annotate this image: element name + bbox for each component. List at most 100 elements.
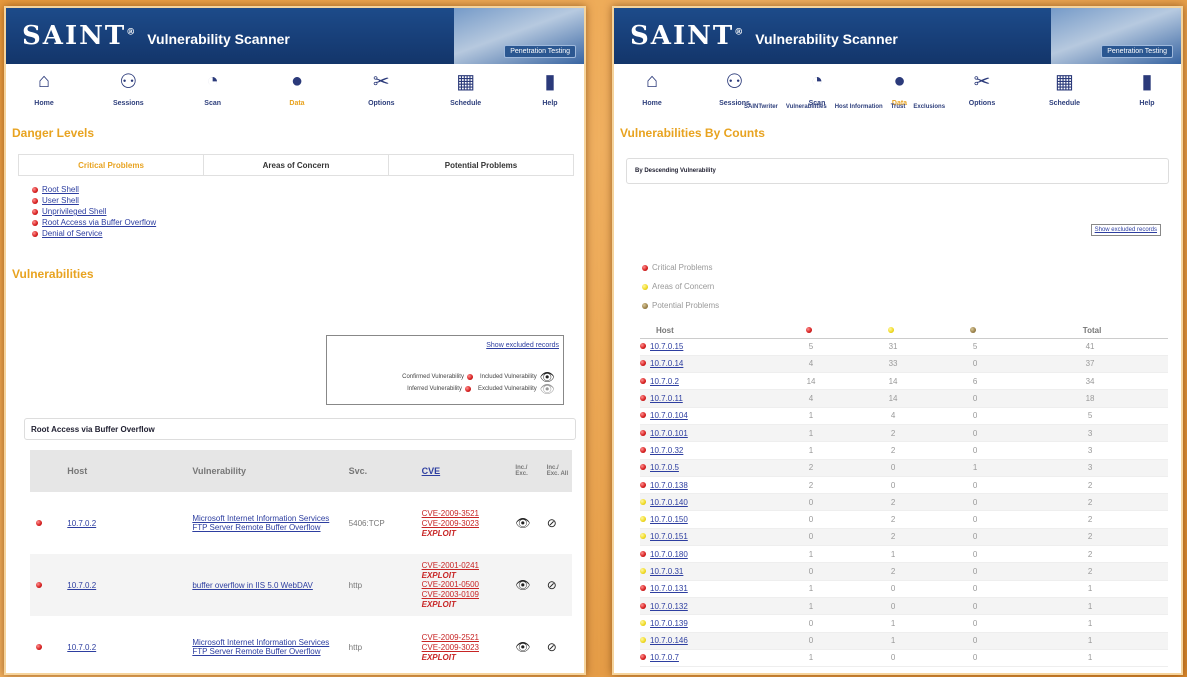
eye-icon[interactable]: 👁 <box>515 516 530 530</box>
cve-sort-link[interactable]: CVE <box>422 466 441 476</box>
nav-item-schedule[interactable]: ▦ Schedule <box>1035 68 1095 122</box>
host-link[interactable]: 10.7.0.2 <box>67 643 96 652</box>
nav-item-sessions[interactable]: ⚇ Sessions <box>98 68 158 122</box>
critical-dot-icon <box>640 550 646 557</box>
host-link[interactable]: 10.7.0.5 <box>650 463 679 472</box>
host-column-header: Host <box>640 324 770 339</box>
host-link[interactable]: 10.7.0.180 <box>650 550 688 559</box>
host-link[interactable]: 10.7.0.151 <box>650 532 688 541</box>
critical-count: 4 <box>770 389 853 408</box>
inc-exc-all-cell[interactable]: ⊘ <box>540 554 572 616</box>
inc-exc-all-cell[interactable]: ⊘ <box>541 492 572 554</box>
host-cell: 10.7.0.146 <box>640 632 770 650</box>
eye-slash-icon[interactable]: ⊘ <box>547 640 557 654</box>
subnav-item[interactable]: Vulnerabilities <box>786 104 827 116</box>
exploit-link[interactable]: EXPLOIT <box>422 600 510 609</box>
host-link[interactable]: 10.7.0.140 <box>650 498 688 507</box>
total-count: 1 <box>1016 580 1168 598</box>
nav-item-home[interactable]: ⌂ Home <box>14 68 74 122</box>
subnav-item[interactable]: SAINTwriter <box>744 104 778 116</box>
show-excluded-link[interactable]: Show excluded records <box>1090 224 1161 236</box>
eye-icon[interactable]: 👁 <box>515 578 530 592</box>
vulnerability-link[interactable]: Microsoft Internet Information Services … <box>192 514 332 532</box>
table-row: 10.7.0.7 1 0 0 1 <box>640 649 1168 668</box>
nav-item-schedule[interactable]: ▦ Schedule <box>436 68 496 122</box>
total-count: 5 <box>1016 407 1168 425</box>
cve-link[interactable]: CVE-2009-2521 <box>422 633 510 643</box>
concern-count: 1 <box>852 614 935 633</box>
subnav-item[interactable]: Host Information <box>835 104 883 116</box>
host-link[interactable]: 10.7.0.2 <box>650 377 679 386</box>
cve-link[interactable]: CVE-2009-3023 <box>422 643 510 653</box>
vulnerability-link[interactable]: buffer overflow in IIS 5.0 WebDAV <box>192 581 332 590</box>
host-link[interactable]: 10.7.0.11 <box>650 394 683 403</box>
table-row: 10.7.0.2 14 14 6 34 <box>640 372 1168 391</box>
danger-item-link[interactable]: Root Shell <box>42 184 79 195</box>
nav-label: Data <box>289 100 305 107</box>
exploit-link[interactable]: EXPLOIT <box>422 529 510 538</box>
nav-label: Help <box>542 100 558 107</box>
inc-exc-cell[interactable]: 👁 <box>509 492 540 554</box>
host-link[interactable]: 10.7.0.2 <box>67 519 96 528</box>
host-link[interactable]: 10.7.0.7 <box>650 653 679 662</box>
nav-item-home[interactable]: ⌂ Home <box>622 68 682 122</box>
cve-link[interactable]: CVE-2003-0109 <box>422 590 510 600</box>
eye-slash-icon[interactable]: ⊘ <box>547 578 557 592</box>
danger-item-link[interactable]: Unprivileged Shell <box>42 206 106 217</box>
concern-count: 33 <box>852 355 935 374</box>
pen-testing-tab[interactable]: Penetration Testing <box>504 45 576 58</box>
nav-item-data[interactable]: ● Data <box>267 68 327 122</box>
pen-testing-tab[interactable]: Penetration Testing <box>1101 45 1173 58</box>
table-row: 10.7.0.138 2 0 0 2 <box>640 476 1168 495</box>
tab-potential-problems[interactable]: Potential Problems <box>389 155 573 175</box>
inc-exc-all-cell[interactable]: ⊘ <box>541 616 572 673</box>
subnav-item[interactable]: Exclusions <box>913 104 945 116</box>
host-link[interactable]: 10.7.0.2 <box>67 581 96 590</box>
subnav-item[interactable]: Trust <box>891 104 906 116</box>
host-link[interactable]: 10.7.0.101 <box>650 429 688 438</box>
nav-item-help[interactable]: ▮ Help <box>520 68 580 122</box>
nav-item-scan[interactable]: ◔ Scan <box>183 68 243 122</box>
vuln-group-header: Root Access via Buffer Overflow <box>24 418 576 440</box>
host-link[interactable]: 10.7.0.14 <box>650 359 683 368</box>
critical-dot-icon <box>36 519 42 526</box>
inc-exc-cell[interactable]: 👁 <box>509 554 541 616</box>
host-link[interactable]: 10.7.0.15 <box>650 342 683 351</box>
cve-link[interactable]: CVE-2001-0241 <box>422 561 510 571</box>
host-link[interactable]: 10.7.0.32 <box>650 446 683 455</box>
eye-icon[interactable]: 👁 <box>515 640 530 654</box>
cve-link[interactable]: CVE-2001-0500 <box>422 580 510 590</box>
inc-exc-cell[interactable]: 👁 <box>509 616 540 673</box>
host-link[interactable]: 10.7.0.104 <box>650 411 688 420</box>
host-link[interactable]: 10.7.0.131 <box>650 584 688 593</box>
host-link[interactable]: 10.7.0.139 <box>650 619 688 628</box>
table-row: 10.7.0.14 4 33 0 37 <box>640 355 1168 374</box>
cve-link[interactable]: CVE-2009-3521 <box>422 509 510 519</box>
cve-column-header[interactable]: CVE <box>415 450 510 492</box>
host-link[interactable]: 10.7.0.150 <box>650 515 688 524</box>
exploit-link[interactable]: EXPLOIT <box>422 653 510 662</box>
host-link[interactable]: 10.7.0.31 <box>650 567 683 576</box>
nav-item-options[interactable]: ✂ Options <box>351 68 411 122</box>
cve-cell: CVE-2009-3521 CVE-2009-3023 EXPLOIT <box>416 492 510 554</box>
show-excluded-link[interactable]: Show excluded records <box>486 342 559 349</box>
host-cell: 10.7.0.2 <box>61 616 186 673</box>
nav-item-help[interactable]: ▮ Help <box>1117 68 1177 122</box>
tab-areas-of-concern[interactable]: Areas of Concern <box>204 155 389 175</box>
host-link[interactable]: 10.7.0.138 <box>650 481 688 490</box>
danger-item-link[interactable]: User Shell <box>42 195 79 206</box>
schedule-icon: ▦ <box>456 70 476 93</box>
cve-link[interactable]: CVE-2009-3023 <box>422 519 510 529</box>
exploit-link[interactable]: EXPLOIT <box>422 571 510 580</box>
tab-critical-problems[interactable]: Critical Problems <box>19 155 204 175</box>
concern-count: 14 <box>852 389 935 408</box>
vulnerability-link[interactable]: Microsoft Internet Information Services … <box>192 638 332 656</box>
eye-slash-icon[interactable]: ⊘ <box>547 516 557 530</box>
critical-dot-icon <box>640 446 646 453</box>
danger-item-link[interactable]: Root Access via Buffer Overflow <box>42 217 156 228</box>
danger-item-link[interactable]: Denial of Service <box>42 228 102 239</box>
potential-dot-icon <box>642 302 648 309</box>
host-link[interactable]: 10.7.0.132 <box>650 602 688 611</box>
nav-item-options[interactable]: ✂ Options <box>952 68 1012 122</box>
host-link[interactable]: 10.7.0.146 <box>650 636 688 645</box>
